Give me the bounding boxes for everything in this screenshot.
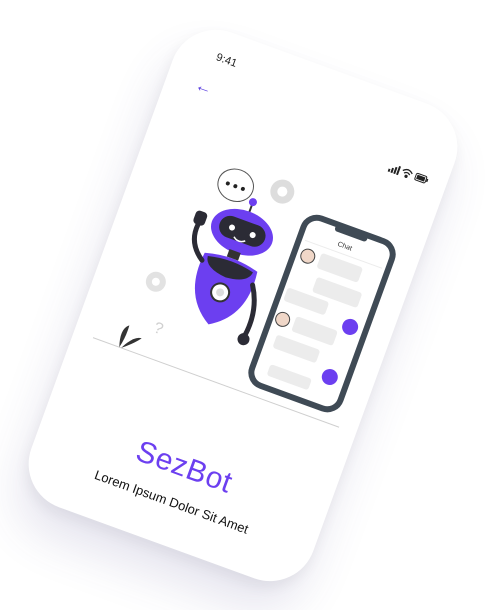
- battery-icon: [414, 172, 429, 184]
- plant-icon: [119, 325, 142, 348]
- signal-icon: [387, 165, 402, 176]
- gear-icon: [270, 179, 295, 204]
- question-mark-icon: ?: [151, 319, 165, 338]
- back-button[interactable]: ←: [192, 75, 216, 99]
- status-icons: [387, 161, 431, 187]
- wifi-icon: [402, 168, 413, 178]
- phone-frame: 9:41 ← ? Chat SezBot Lorem Ipsum Dolor S…: [15, 16, 471, 595]
- status-time: 9:41: [214, 51, 239, 70]
- arrow-left-icon: ←: [192, 75, 216, 99]
- gear-icon: [145, 271, 166, 292]
- robot-chat-illustration: ? Chat: [90, 129, 416, 437]
